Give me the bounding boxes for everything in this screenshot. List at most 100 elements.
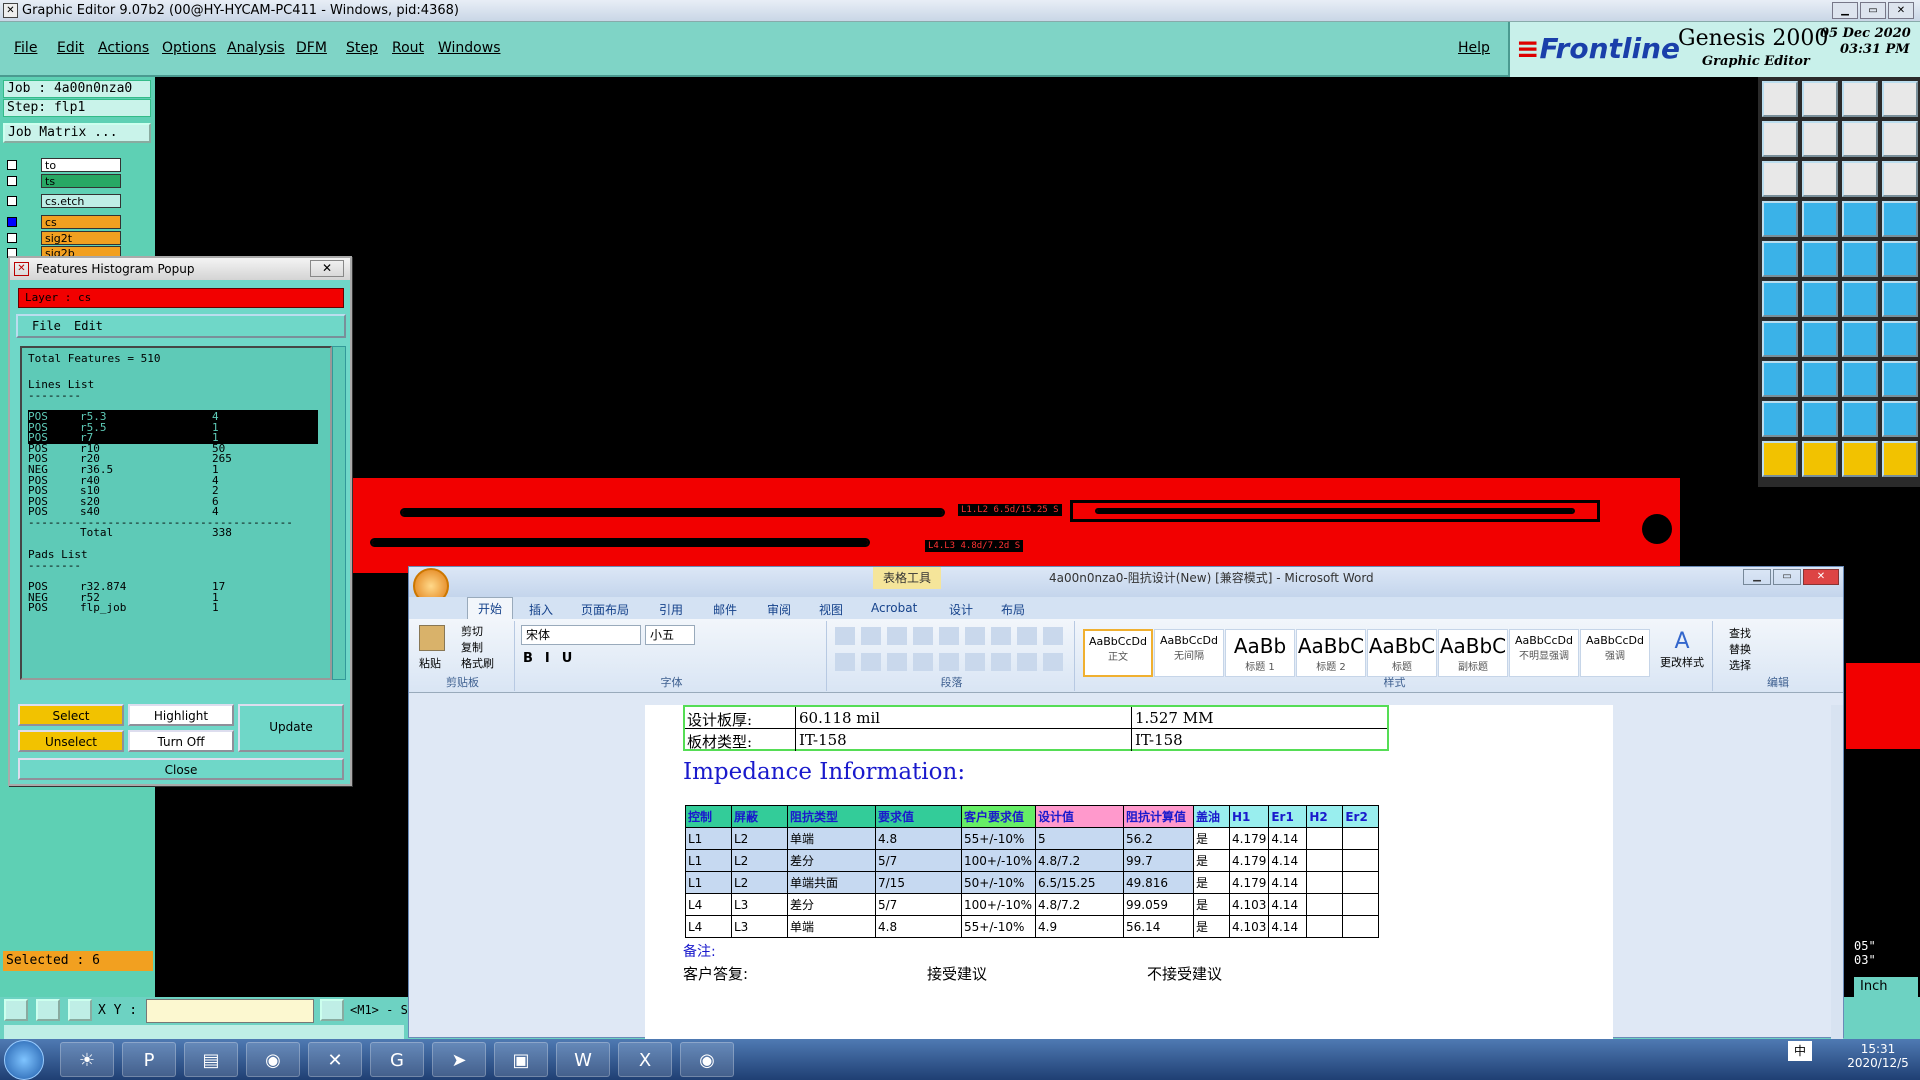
taskbar-app-8[interactable]: ▣	[494, 1042, 548, 1077]
impedance-cell[interactable]	[1342, 893, 1380, 916]
impedance-cell[interactable]: 单端	[787, 915, 876, 938]
impedance-cell[interactable]: 49.816	[1123, 871, 1194, 894]
impedance-cell[interactable]: 4.179	[1228, 871, 1270, 894]
tool-button[interactable]	[1842, 241, 1878, 277]
tool-button[interactable]	[1882, 201, 1918, 237]
impedance-cell[interactable]: 56.14	[1123, 915, 1194, 938]
list-buttons[interactable]	[835, 627, 1063, 645]
impedance-cell[interactable]: L2	[731, 871, 788, 894]
impedance-cell[interactable]	[1306, 871, 1344, 894]
impedance-cell[interactable]: L1	[685, 871, 732, 894]
impedance-cell[interactable]: 100+/-10%	[961, 893, 1036, 916]
tab-home[interactable]: 开始	[467, 597, 514, 619]
tool-button[interactable]	[1882, 241, 1918, 277]
copy-button[interactable]: 复制	[461, 639, 483, 655]
unselect-button[interactable]: Unselect	[18, 730, 124, 752]
impedance-cell[interactable]: L2	[731, 849, 788, 872]
tool-button[interactable]	[1802, 321, 1838, 357]
style-1[interactable]: AaBbCcDd 无间隔	[1154, 629, 1224, 677]
tool-button[interactable]	[1802, 81, 1838, 117]
histogram-scrollbar[interactable]	[332, 346, 346, 680]
tool-button[interactable]	[1762, 121, 1798, 157]
tool-button[interactable]	[1882, 161, 1918, 197]
impedance-cell[interactable]: 4.103	[1228, 893, 1270, 916]
impedance-cell[interactable]: 4.8	[875, 915, 962, 938]
taskbar-app-11[interactable]: ◉	[680, 1042, 734, 1077]
tool-button[interactable]	[1762, 441, 1798, 477]
tab-view[interactable]: 视图	[819, 601, 843, 618]
minimize-button[interactable]: ▁	[1832, 2, 1858, 19]
close-button[interactable]: ✕	[1888, 2, 1914, 19]
tool-button[interactable]	[1882, 441, 1918, 477]
tool-button[interactable]	[1762, 361, 1798, 397]
document-page[interactable]: 设计板厚: 60.118 mil 1.527 MM 板材类型: IT-158 I…	[645, 705, 1613, 1039]
impedance-cell[interactable]: 差分	[787, 893, 876, 916]
tab-review[interactable]: 审阅	[767, 601, 791, 618]
tool-button[interactable]	[1882, 401, 1918, 437]
impedance-cell[interactable]: 单端	[787, 827, 876, 850]
impedance-cell[interactable]: 50+/-10%	[961, 871, 1036, 894]
units-toggle[interactable]: Inch	[1854, 977, 1918, 997]
impedance-cell[interactable]	[1306, 849, 1344, 872]
impedance-cell[interactable]: 7/15	[875, 871, 962, 894]
layer-row-cs[interactable]: cs	[3, 214, 123, 230]
impedance-cell[interactable]: 单端共面	[787, 871, 876, 894]
word-close-button[interactable]: ✕	[1803, 569, 1839, 585]
impedance-cell[interactable]: L3	[731, 915, 788, 938]
menu-dfm[interactable]: DFM	[296, 40, 327, 56]
tool-button[interactable]	[1882, 81, 1918, 117]
clock[interactable]: 15:31 2020/12/5	[1840, 1042, 1916, 1070]
menu-windows[interactable]: Windows	[438, 40, 501, 56]
start-button[interactable]	[4, 1040, 44, 1080]
menu-file[interactable]: File	[14, 40, 37, 56]
style-2[interactable]: AaBb 标题 1	[1225, 629, 1295, 677]
impedance-cell[interactable]: 6.5/15.25	[1035, 871, 1124, 894]
ime-indicator[interactable]: 中	[1788, 1041, 1812, 1061]
popup-close-icon[interactable]: ✕	[310, 260, 344, 277]
grid-tool-icon[interactable]	[68, 999, 92, 1021]
impedance-cell[interactable]: 55+/-10%	[961, 827, 1036, 850]
impedance-cell[interactable]: L4	[685, 893, 732, 916]
impedance-cell[interactable]: 4.8	[875, 827, 962, 850]
tab-layout[interactable]: 页面布局	[581, 601, 629, 618]
tab-table-layout[interactable]: 布局	[1001, 601, 1025, 618]
impedance-cell[interactable]: L4	[685, 915, 732, 938]
impedance-cell[interactable]: 4.8/7.2	[1035, 893, 1124, 916]
impedance-cell[interactable]: 4.103	[1228, 915, 1270, 938]
tool-button[interactable]	[1802, 121, 1838, 157]
impedance-cell[interactable]: 99.059	[1123, 893, 1194, 916]
impedance-cell[interactable]: 99.7	[1123, 849, 1194, 872]
tool-button[interactable]	[1842, 81, 1878, 117]
layer-row-to[interactable]: to	[3, 157, 123, 173]
format-painter-button[interactable]: 格式刷	[461, 655, 494, 671]
impedance-cell[interactable]	[1342, 827, 1380, 850]
taskbar-app-4[interactable]: ◉	[246, 1042, 300, 1077]
impedance-cell[interactable]: 4.179	[1228, 827, 1270, 850]
impedance-cell[interactable]: L3	[731, 893, 788, 916]
style-6[interactable]: AaBbCcDd 不明显强调	[1509, 629, 1579, 677]
impedance-cell[interactable]: L1	[685, 849, 732, 872]
tool-button[interactable]	[1762, 241, 1798, 277]
tool-button[interactable]	[1842, 321, 1878, 357]
tool-button[interactable]	[1882, 361, 1918, 397]
impedance-cell[interactable]	[1306, 827, 1344, 850]
font-name-select[interactable]: 宋体	[521, 625, 641, 645]
taskbar-app-7[interactable]: ➤	[432, 1042, 486, 1077]
style-5[interactable]: AaBbC 副标题	[1438, 629, 1508, 677]
style-4[interactable]: AaBbC 标题	[1367, 629, 1437, 677]
impedance-cell[interactable]: 4.14	[1268, 849, 1308, 872]
impedance-cell[interactable]	[1306, 915, 1344, 938]
replace-button[interactable]: 替换	[1729, 641, 1751, 657]
tool-button[interactable]	[1882, 121, 1918, 157]
menu-step[interactable]: Step	[346, 40, 378, 56]
job-matrix-button[interactable]: Job Matrix ...	[3, 123, 151, 143]
font-format-buttons[interactable]: BIU	[523, 651, 584, 666]
impedance-cell[interactable]: 是	[1193, 915, 1230, 938]
impedance-cell[interactable]: 4.14	[1268, 827, 1308, 850]
impedance-cell[interactable]: 5	[1035, 827, 1124, 850]
layer-row-ts[interactable]: ts	[3, 173, 123, 189]
tab-references[interactable]: 引用	[659, 601, 683, 618]
impedance-cell[interactable]: 是	[1193, 827, 1230, 850]
layer-row-sig2t[interactable]: sig2t	[3, 230, 123, 246]
snap-icon[interactable]	[320, 999, 344, 1021]
